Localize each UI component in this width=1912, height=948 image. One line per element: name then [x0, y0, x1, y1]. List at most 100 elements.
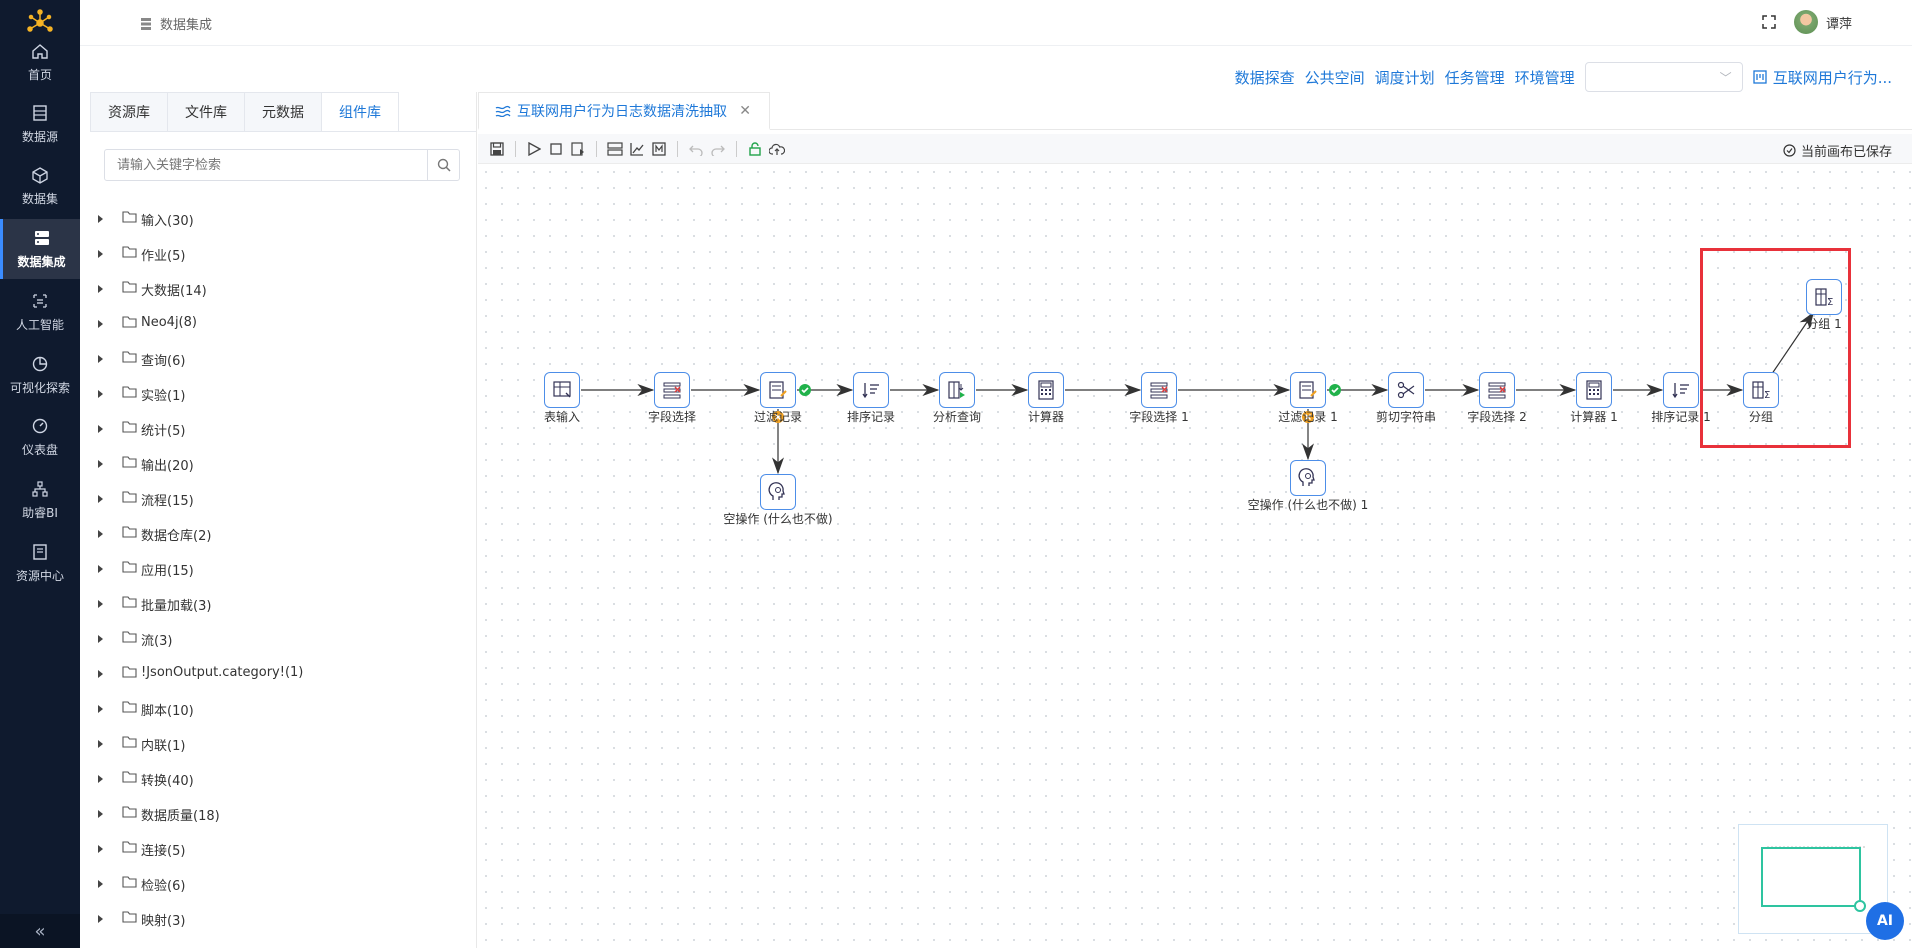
- expand-arrow-icon[interactable]: [98, 460, 103, 468]
- expand-arrow-icon[interactable]: [98, 215, 103, 223]
- link-schedule[interactable]: 调度计划: [1375, 67, 1435, 88]
- tree-item[interactable]: 作业(5): [80, 235, 477, 270]
- expand-arrow-icon[interactable]: [98, 425, 103, 433]
- nav-item-visual-explore[interactable]: 可视化探索: [0, 345, 80, 405]
- nav-item-home[interactable]: 首页: [0, 32, 80, 92]
- nav-item-data-integration[interactable]: 数据集成: [0, 219, 80, 279]
- undo-icon[interactable]: [687, 140, 705, 158]
- minimap-viewport[interactable]: [1761, 847, 1866, 912]
- tree-item[interactable]: 输入(30): [80, 200, 477, 235]
- flow-node[interactable]: Σ: [1743, 372, 1779, 408]
- table-icon[interactable]: [650, 140, 668, 158]
- ai-assistant-button[interactable]: AI: [1866, 902, 1904, 940]
- link-task-management[interactable]: 任务管理: [1445, 67, 1505, 88]
- expand-arrow-icon[interactable]: [98, 705, 103, 713]
- flow-node[interactable]: [939, 372, 975, 408]
- run-icon[interactable]: [525, 140, 543, 158]
- tree-item[interactable]: 统计(5): [80, 410, 477, 445]
- tab-resource-library[interactable]: 资源库: [90, 92, 168, 132]
- expand-arrow-icon[interactable]: [98, 320, 103, 328]
- flow-node[interactable]: [1388, 372, 1424, 408]
- fullscreen-icon[interactable]: [1762, 15, 1776, 29]
- nav-item-ai[interactable]: 人工智能: [0, 282, 80, 342]
- tab-file-library[interactable]: 文件库: [167, 92, 245, 132]
- flow-node[interactable]: [1028, 372, 1064, 408]
- tree-item[interactable]: 实验(1): [80, 375, 477, 410]
- flow-node[interactable]: [1576, 372, 1612, 408]
- tree-item[interactable]: Neo4j(8): [80, 305, 477, 340]
- expand-arrow-icon[interactable]: [98, 565, 103, 573]
- flow-node[interactable]: Σ: [1806, 279, 1842, 315]
- tree-item[interactable]: 输出(20): [80, 445, 477, 480]
- flow-node[interactable]: [1663, 372, 1699, 408]
- expand-arrow-icon[interactable]: [98, 285, 103, 293]
- expand-arrow-icon[interactable]: [98, 880, 103, 888]
- tree-item[interactable]: 数据仓库(2): [80, 515, 477, 550]
- flow-node[interactable]: [760, 474, 796, 510]
- nav-item-bi[interactable]: 助睿BI: [0, 470, 80, 530]
- stop-icon[interactable]: [547, 140, 565, 158]
- nav-item-dataset[interactable]: 数据集: [0, 156, 80, 216]
- expand-arrow-icon[interactable]: [98, 355, 103, 363]
- nav-item-resource-center[interactable]: 资源中心: [0, 533, 80, 593]
- tree-item[interactable]: !JsonOutput.category!(1): [80, 655, 477, 690]
- user-name[interactable]: 谭萍: [1826, 13, 1852, 32]
- tree-item[interactable]: 大数据(14): [80, 270, 477, 305]
- tree-item[interactable]: 数据质量(18): [80, 795, 477, 830]
- expand-arrow-icon[interactable]: [98, 390, 103, 398]
- expand-arrow-icon[interactable]: [98, 530, 103, 538]
- tree-item[interactable]: 映射(3): [80, 900, 477, 935]
- expand-arrow-icon[interactable]: [98, 600, 103, 608]
- project-link[interactable]: 互联网用户行为...: [1753, 67, 1892, 88]
- expand-arrow-icon[interactable]: [98, 775, 103, 783]
- tree-item[interactable]: 内联(1): [80, 725, 477, 760]
- link-env-management[interactable]: 环境管理: [1515, 67, 1575, 88]
- expand-arrow-icon[interactable]: [98, 250, 103, 258]
- flow-node[interactable]: [654, 372, 690, 408]
- tree-item[interactable]: 流(3): [80, 620, 477, 655]
- redo-icon[interactable]: [709, 140, 727, 158]
- minimap-resize-handle[interactable]: [1854, 900, 1866, 912]
- tree-item[interactable]: 批量加载(3): [80, 585, 477, 620]
- expand-arrow-icon[interactable]: [98, 670, 103, 678]
- tree-item[interactable]: 脚本(10): [80, 690, 477, 725]
- flow-node[interactable]: [544, 372, 580, 408]
- search-button[interactable]: [427, 150, 459, 180]
- expand-arrow-icon[interactable]: [98, 635, 103, 643]
- upload-cloud-icon[interactable]: [768, 140, 786, 158]
- flow-node[interactable]: [1141, 372, 1177, 408]
- search-input[interactable]: [105, 150, 427, 180]
- chart-icon[interactable]: [628, 140, 646, 158]
- save-icon[interactable]: [488, 140, 506, 158]
- flow-node[interactable]: [1479, 372, 1515, 408]
- link-public-space[interactable]: 公共空间: [1305, 67, 1365, 88]
- preview-icon[interactable]: [569, 140, 587, 158]
- tree-item[interactable]: 连接(5): [80, 830, 477, 865]
- tree-item[interactable]: 查询(6): [80, 340, 477, 375]
- nav-item-datasource[interactable]: 数据源: [0, 94, 80, 154]
- link-data-explore[interactable]: 数据探查: [1235, 67, 1295, 88]
- flow-node[interactable]: [853, 372, 889, 408]
- nav-item-dashboard[interactable]: 仪表盘: [0, 407, 80, 467]
- tree-item[interactable]: 流程(15): [80, 480, 477, 515]
- tree-item[interactable]: 转换(40): [80, 760, 477, 795]
- collapse-nav-button[interactable]: «: [0, 914, 80, 948]
- flow-node[interactable]: [760, 372, 796, 408]
- tab-metadata[interactable]: 元数据: [244, 92, 322, 132]
- align-icon[interactable]: [606, 140, 624, 158]
- tab-component-library[interactable]: 组件库: [321, 92, 399, 132]
- expand-arrow-icon[interactable]: [98, 915, 103, 923]
- close-icon[interactable]: ✕: [739, 103, 751, 119]
- env-select[interactable]: ﹀: [1584, 62, 1743, 92]
- expand-arrow-icon[interactable]: [98, 740, 103, 748]
- tree-item[interactable]: 检验(6): [80, 865, 477, 900]
- expand-arrow-icon[interactable]: [98, 845, 103, 853]
- avatar[interactable]: [1793, 10, 1818, 34]
- expand-arrow-icon[interactable]: [98, 810, 103, 818]
- lock-icon[interactable]: [746, 140, 764, 158]
- flow-node[interactable]: [1290, 460, 1326, 496]
- flow-node[interactable]: [1290, 372, 1326, 408]
- tree-item[interactable]: 应用(15): [80, 550, 477, 585]
- expand-arrow-icon[interactable]: [98, 495, 103, 503]
- doc-tab-active[interactable]: 互联网用户行为日志数据清洗抽取 ✕: [478, 92, 770, 130]
